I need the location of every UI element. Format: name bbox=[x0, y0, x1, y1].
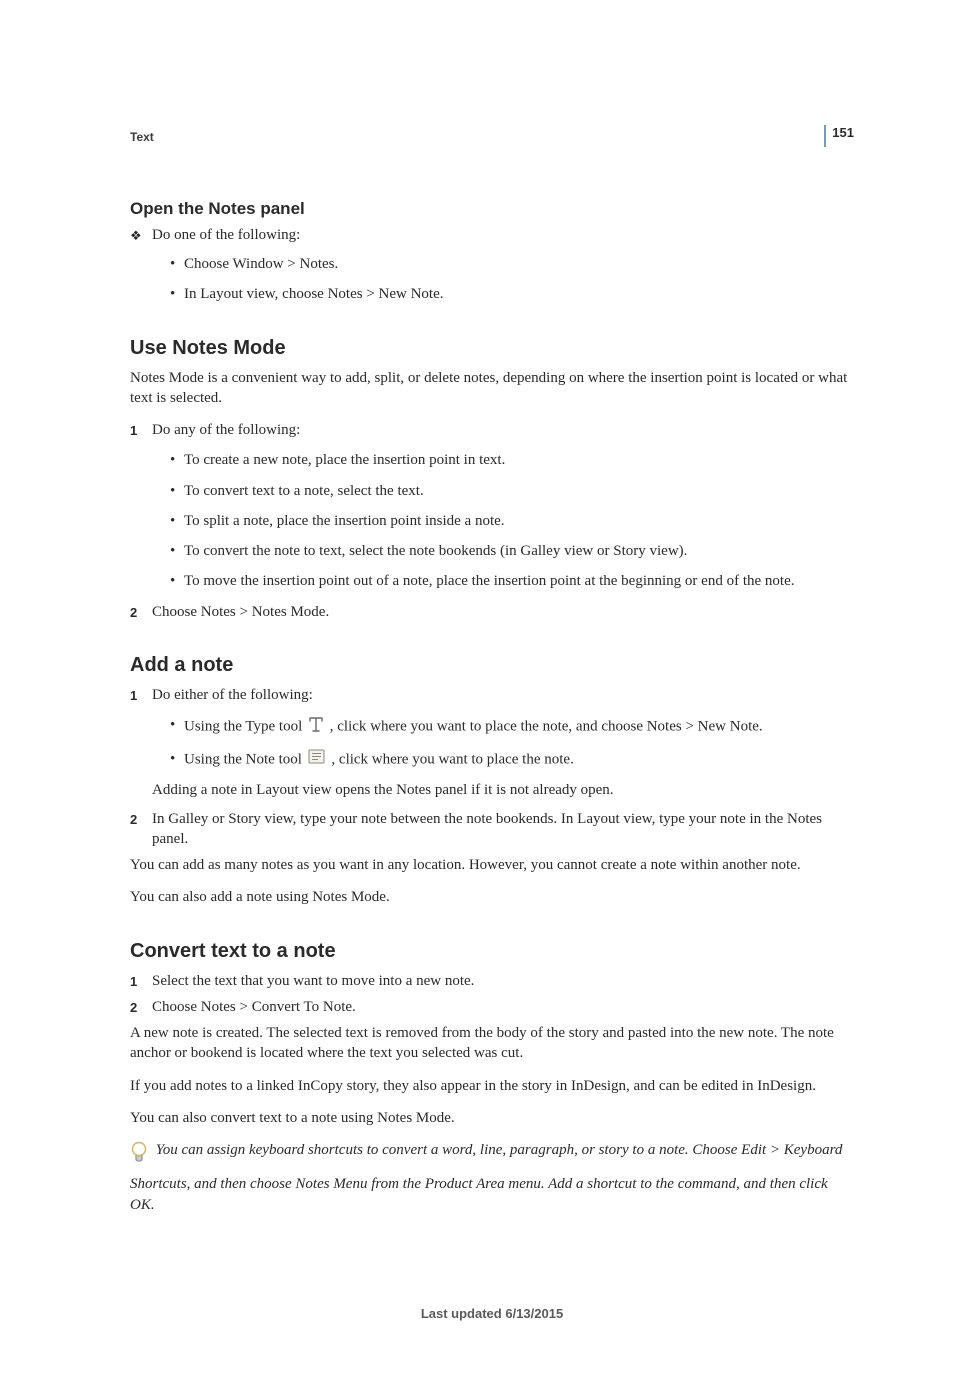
step-text: Select the text that you want to move in… bbox=[152, 971, 854, 991]
body-paragraph: You can also add a note using Notes Mode… bbox=[130, 887, 854, 907]
bullet-item: In Layout view, choose Notes > New Note. bbox=[170, 284, 854, 304]
step-row: 1 Select the text that you want to move … bbox=[130, 971, 854, 991]
document-page: 151 Text Open the Notes panel ❖ Do one o… bbox=[0, 0, 954, 1381]
body-paragraph: A new note is created. The selected text… bbox=[130, 1023, 854, 1064]
bullet-item: To create a new note, place the insertio… bbox=[170, 450, 854, 470]
running-head: Text bbox=[130, 130, 854, 144]
step-row: 2 Choose Notes > Notes Mode. bbox=[130, 602, 854, 622]
bullet-text-pre: Using the Type tool bbox=[184, 719, 306, 735]
lightbulb-icon bbox=[130, 1141, 148, 1174]
notes-mode-bullets: To create a new note, place the insertio… bbox=[130, 450, 854, 591]
lead-text: Do one of the following: bbox=[152, 227, 300, 244]
body-paragraph: You can also convert text to a note usin… bbox=[130, 1108, 854, 1128]
heading-add-a-note: Add a note bbox=[130, 654, 854, 677]
step-row: 2 Choose Notes > Convert To Note. bbox=[130, 997, 854, 1017]
bullet-item: Using the Note tool , click where you wa… bbox=[170, 749, 854, 771]
bullet-item: To move the insertion point out of a not… bbox=[170, 571, 854, 591]
step-row: 1 Do any of the following: bbox=[130, 420, 854, 440]
page-footer: Last updated 6/13/2015 bbox=[130, 1306, 854, 1321]
bullet-item: To split a note, place the insertion poi… bbox=[170, 511, 854, 531]
open-notes-bullets: Choose Window > Notes. In Layout view, c… bbox=[130, 254, 854, 305]
bullet-text-post: , click where you want to place the note… bbox=[330, 719, 763, 735]
lead-step: ❖ Do one of the following: bbox=[130, 227, 854, 244]
step-number: 2 bbox=[130, 809, 152, 850]
step-text: In Galley or Story view, type your note … bbox=[152, 809, 854, 850]
note-tool-icon bbox=[308, 749, 326, 771]
step-number: 2 bbox=[130, 602, 152, 622]
heading-convert-text: Convert text to a note bbox=[130, 940, 854, 963]
tip-text: You can assign keyboard shortcuts to con… bbox=[130, 1142, 842, 1213]
step-text: Choose Notes > Notes Mode. bbox=[152, 602, 854, 622]
bullet-item: Using the Type tool , click where you wa… bbox=[170, 715, 854, 739]
step-row: 1 Do either of the following: bbox=[130, 685, 854, 705]
bullet-item: To convert text to a note, select the te… bbox=[170, 481, 854, 501]
step-number: 2 bbox=[130, 997, 152, 1017]
diamond-bullet-icon: ❖ bbox=[130, 227, 152, 244]
step-text: Do either of the following: bbox=[152, 685, 854, 705]
bullet-item: To convert the note to text, select the … bbox=[170, 541, 854, 561]
step-number: 1 bbox=[130, 420, 152, 440]
body-paragraph: You can add as many notes as you want in… bbox=[130, 855, 854, 875]
followup-paragraph: Adding a note in Layout view opens the N… bbox=[152, 782, 854, 799]
step-text: Choose Notes > Convert To Note. bbox=[152, 997, 854, 1017]
page-number: 151 bbox=[824, 125, 854, 147]
step-text: Do any of the following: bbox=[152, 420, 854, 440]
heading-open-notes-panel: Open the Notes panel bbox=[130, 199, 854, 219]
type-tool-icon bbox=[308, 715, 324, 739]
tip-block: You can assign keyboard shortcuts to con… bbox=[130, 1140, 854, 1216]
intro-paragraph: Notes Mode is a convenient way to add, s… bbox=[130, 368, 854, 409]
heading-use-notes-mode: Use Notes Mode bbox=[130, 337, 854, 360]
body-paragraph: If you add notes to a linked InCopy stor… bbox=[130, 1076, 854, 1096]
bullet-text-post: , click where you want to place the note… bbox=[331, 752, 573, 768]
add-note-bullets: Using the Type tool , click where you wa… bbox=[130, 715, 854, 772]
step-number: 1 bbox=[130, 971, 152, 991]
step-row: 2 In Galley or Story view, type your not… bbox=[130, 809, 854, 850]
bullet-item: Choose Window > Notes. bbox=[170, 254, 854, 274]
step-number: 1 bbox=[130, 685, 152, 705]
bullet-text-pre: Using the Note tool bbox=[184, 752, 306, 768]
